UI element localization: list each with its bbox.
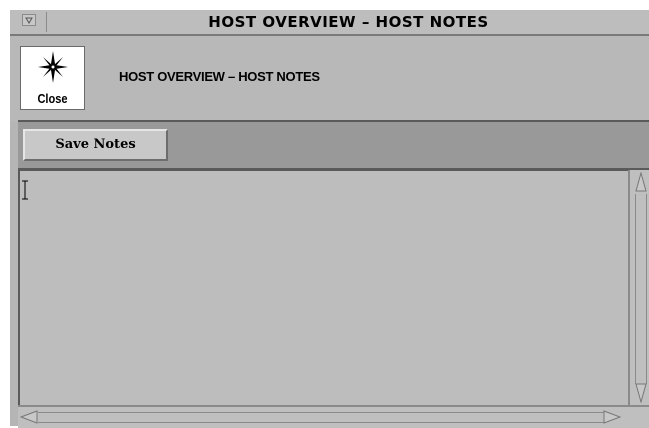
close-label: Close [37, 91, 68, 106]
header-area: Close HOST OVERVIEW – HOST NOTES [10, 36, 649, 122]
scroll-right-arrow-icon[interactable] [603, 410, 621, 424]
scroll-up-arrow-icon[interactable] [635, 172, 647, 192]
page-title: HOST OVERVIEW – HOST NOTES [119, 69, 320, 84]
titlebar[interactable]: HOST OVERVIEW – HOST NOTES [10, 10, 649, 36]
window-menu-icon [25, 17, 33, 24]
host-notes-window: HOST OVERVIEW – HOST NOTES Close HOST OV… [8, 8, 649, 428]
vertical-scroll-track[interactable] [635, 194, 647, 384]
save-notes-button[interactable]: Save Notes [23, 129, 168, 161]
window-title: HOST OVERVIEW – HOST NOTES [208, 13, 489, 31]
horizontal-scroll-track[interactable] [38, 412, 604, 423]
scroll-down-arrow-icon[interactable] [635, 383, 647, 403]
notes-text-area[interactable] [18, 170, 628, 405]
window-menu-button[interactable] [22, 14, 36, 26]
scroll-left-arrow-icon[interactable] [20, 410, 38, 424]
i-beam-cursor-icon [22, 180, 28, 200]
horizontal-scrollbar[interactable] [18, 405, 649, 428]
close-button[interactable]: Close [20, 46, 85, 110]
compass-star-icon [38, 51, 68, 83]
toolbar: Save Notes [18, 120, 649, 170]
vertical-scrollbar[interactable] [628, 170, 649, 405]
